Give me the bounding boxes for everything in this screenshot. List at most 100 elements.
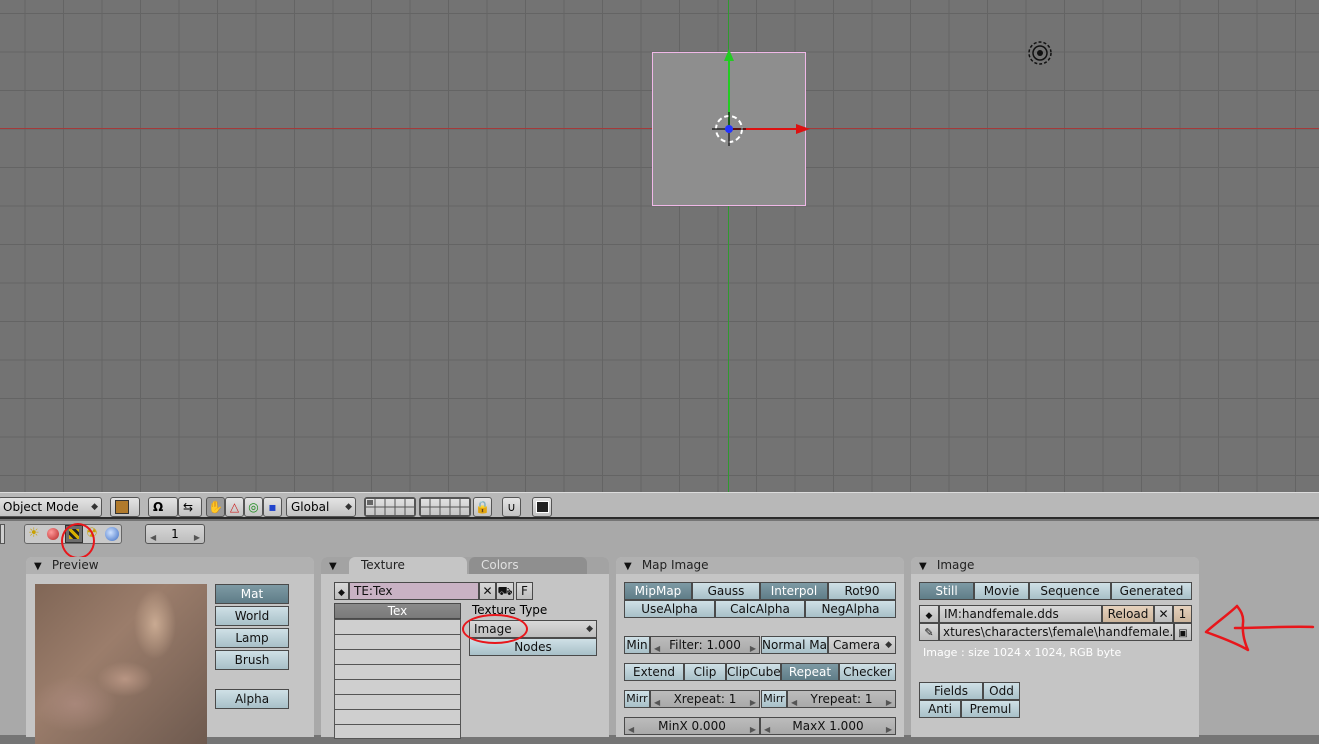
reload-button[interactable]: Reload bbox=[1102, 605, 1154, 623]
minx-field[interactable]: ◀ MinX 0.000 ▶ bbox=[624, 717, 760, 735]
preview-alpha-button[interactable]: Alpha bbox=[215, 689, 289, 709]
collapse-triangle-icon[interactable]: ▼ bbox=[624, 558, 638, 575]
frame-number-field[interactable]: ◀ 1 ▶ bbox=[145, 524, 205, 544]
lock-icon: 🔒 bbox=[475, 500, 490, 514]
frame-number-value: 1 bbox=[171, 527, 179, 541]
fields-toggle[interactable]: Fields bbox=[919, 682, 983, 700]
image-name-field[interactable]: IM:handfemale.dds bbox=[939, 605, 1102, 623]
rotate-manipulator-button[interactable]: ◎ bbox=[244, 497, 263, 517]
yrepeat-field[interactable]: ◀ Yrepeat: 1 ▶ bbox=[787, 690, 896, 708]
snap-button[interactable]: ∪ bbox=[502, 497, 521, 517]
normal-map-toggle[interactable]: Normal Ma bbox=[761, 636, 828, 654]
layers-grid-icon bbox=[420, 498, 470, 516]
maxx-field[interactable]: ◀ MaxX 1.000 ▶ bbox=[760, 717, 896, 735]
xrepeat-value: Xrepeat: 1 bbox=[673, 692, 737, 706]
tab-colors[interactable]: Colors bbox=[469, 557, 587, 574]
clip-toggle[interactable]: Clip bbox=[684, 663, 726, 681]
texture-channel-active[interactable]: Tex bbox=[334, 603, 461, 619]
extend-toggle[interactable]: Extend bbox=[624, 663, 684, 681]
odd-toggle[interactable]: Odd bbox=[983, 682, 1020, 700]
preview-mat-button[interactable]: Mat bbox=[215, 584, 289, 604]
arrows-icon: ⇆ bbox=[183, 500, 194, 514]
source-movie-tab[interactable]: Movie bbox=[974, 582, 1029, 600]
usealpha-toggle[interactable]: UseAlpha bbox=[624, 600, 715, 618]
right-arrow-icon: ▶ bbox=[749, 644, 756, 653]
negalpha-toggle[interactable]: NegAlpha bbox=[805, 600, 896, 618]
min-filter-toggle[interactable]: Min bbox=[624, 636, 650, 654]
fake-user-button[interactable]: F bbox=[516, 582, 533, 600]
interpol-toggle[interactable]: Interpol bbox=[760, 582, 828, 600]
pivot-icon: Ω bbox=[153, 500, 164, 514]
unlink-texture-button[interactable]: ✕ bbox=[479, 582, 496, 600]
scale-manipulator-button[interactable]: ▪ bbox=[263, 497, 282, 517]
mipmap-toggle[interactable]: MipMap bbox=[624, 582, 692, 600]
image-users-count[interactable]: 1 bbox=[1173, 605, 1192, 623]
mirror-x-toggle[interactable]: Mirr bbox=[624, 690, 650, 708]
world-context-icon[interactable] bbox=[105, 527, 119, 541]
buttons-window: ☀ ☢ ◀ 1 ▶ ▼ Preview Mat World Lamp Brush… bbox=[0, 521, 1319, 744]
xrepeat-field[interactable]: ◀ Xrepeat: 1 ▶ bbox=[650, 690, 760, 708]
move-arrows-button[interactable]: ⇆ bbox=[178, 497, 202, 517]
texture-channel-list[interactable] bbox=[334, 619, 461, 739]
calcalpha-toggle[interactable]: CalcAlpha bbox=[715, 600, 805, 618]
gauss-toggle[interactable]: Gauss bbox=[692, 582, 760, 600]
texture-name-field[interactable]: TE:Tex bbox=[349, 582, 479, 600]
transform-manipulator-icon[interactable] bbox=[700, 45, 820, 165]
normal-space-dropdown[interactable]: Camera ◆ bbox=[828, 636, 896, 654]
pack-image-button[interactable]: ✎ bbox=[919, 623, 939, 641]
pivot-dropdown[interactable]: Ω bbox=[148, 497, 178, 517]
image-filepath-field[interactable]: xtures\characters\female\handfemale.dds bbox=[939, 623, 1174, 641]
mode-dropdown[interactable]: Object Mode ◆ bbox=[0, 497, 102, 517]
draw-type-dropdown[interactable] bbox=[110, 497, 140, 517]
material-context-icon[interactable] bbox=[47, 528, 59, 540]
file-browse-button[interactable]: ▣ bbox=[1174, 623, 1192, 641]
lamp-context-icon[interactable]: ☀ bbox=[28, 526, 40, 541]
repeat-toggle[interactable]: Repeat bbox=[781, 663, 839, 681]
manipulator-toggle-button[interactable]: ✋ bbox=[206, 497, 225, 517]
image-panel-header[interactable]: ▼ Image bbox=[911, 557, 1199, 574]
checker-toggle[interactable]: Checker bbox=[839, 663, 896, 681]
anti-toggle[interactable]: Anti bbox=[919, 700, 961, 718]
cube-icon bbox=[115, 500, 129, 514]
orientation-dropdown[interactable]: Global ◆ bbox=[286, 497, 356, 517]
auto-name-button[interactable]: ⛟ bbox=[496, 582, 514, 600]
preview-world-button[interactable]: World bbox=[215, 606, 289, 626]
collapse-triangle-icon[interactable]: ▼ bbox=[34, 558, 48, 575]
magnet-icon: ∪ bbox=[507, 500, 516, 514]
browse-texture-button[interactable]: ◆ bbox=[334, 582, 349, 600]
collapse-triangle-icon[interactable]: ▼ bbox=[919, 558, 933, 575]
clipcube-toggle[interactable]: ClipCube bbox=[726, 663, 781, 681]
preview-lamp-button[interactable]: Lamp bbox=[215, 628, 289, 648]
close-icon: ✕ bbox=[482, 584, 493, 598]
filter-size-field[interactable]: ◀ Filter: 1.000 ▶ bbox=[650, 636, 760, 654]
unlink-image-button[interactable]: ✕ bbox=[1154, 605, 1173, 623]
preview-brush-button[interactable]: Brush bbox=[215, 650, 289, 670]
left-arrow-icon: ◀ bbox=[764, 725, 771, 734]
right-arrow-icon: ▶ bbox=[749, 698, 756, 707]
browse-image-button[interactable]: ◆ bbox=[919, 605, 939, 623]
window-type-button[interactable] bbox=[0, 524, 5, 544]
translate-manipulator-button[interactable]: △ bbox=[225, 497, 244, 517]
source-generated-tab[interactable]: Generated bbox=[1111, 582, 1192, 600]
render-preview-button[interactable] bbox=[532, 497, 552, 517]
left-arrow-icon: ◀ bbox=[654, 698, 661, 707]
tab-texture[interactable]: Texture bbox=[349, 557, 467, 574]
close-icon: ✕ bbox=[1158, 607, 1169, 621]
lamp-icon[interactable] bbox=[1027, 40, 1053, 66]
preview-panel-header[interactable]: ▼ Preview bbox=[26, 557, 314, 574]
image-panel: ▼ Image Still Movie Sequence Generated ◆… bbox=[911, 557, 1199, 737]
mirror-y-toggle[interactable]: Mirr bbox=[761, 690, 787, 708]
map-image-panel-header[interactable]: ▼ Map Image bbox=[616, 557, 904, 574]
lock-layers-button[interactable]: 🔒 bbox=[473, 497, 492, 517]
premul-toggle[interactable]: Premul bbox=[961, 700, 1020, 718]
collapse-triangle-icon[interactable]: ▼ bbox=[321, 558, 351, 575]
3d-viewport[interactable] bbox=[0, 0, 1319, 492]
maxx-value: MaxX 1.000 bbox=[792, 719, 864, 733]
layer-buttons-group-2[interactable] bbox=[419, 497, 471, 517]
annotation-circle-texture-tab bbox=[61, 523, 95, 559]
rot90-toggle[interactable]: Rot90 bbox=[828, 582, 896, 600]
layer-buttons-group-1[interactable] bbox=[364, 497, 416, 517]
right-arrow-icon: ▶ bbox=[885, 698, 892, 707]
source-sequence-tab[interactable]: Sequence bbox=[1029, 582, 1111, 600]
source-still-tab[interactable]: Still bbox=[919, 582, 974, 600]
